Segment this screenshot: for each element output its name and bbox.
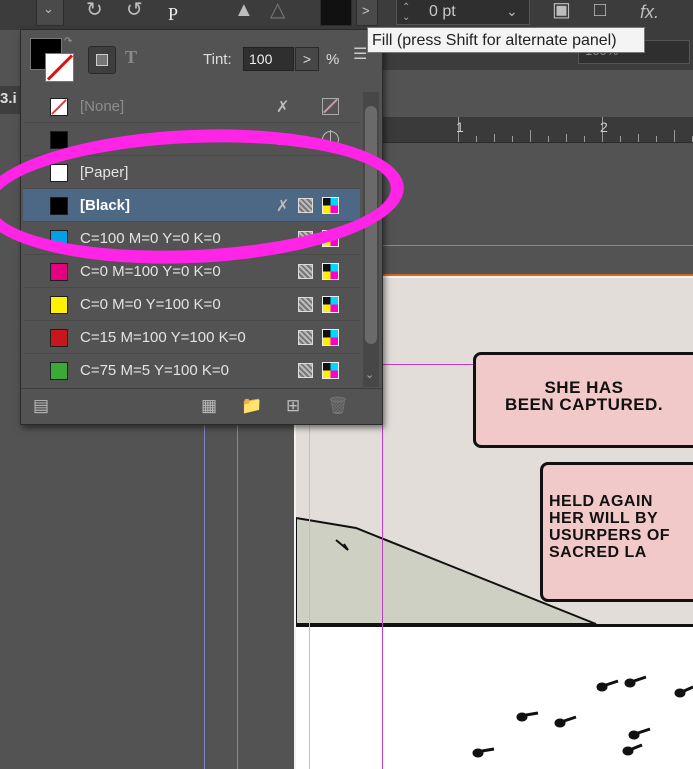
cmyk-icon (322, 362, 339, 379)
none-icon (322, 98, 339, 115)
scroll-down-icon[interactable]: ⌄ (365, 368, 374, 381)
panel-menu-icon[interactable]: ☰ (353, 44, 367, 64)
swatch-row-paper[interactable]: [Paper] (23, 156, 360, 189)
swatch-chip (50, 329, 68, 347)
formatting-text-button[interactable]: T (125, 47, 137, 68)
dropdown-button[interactable]: ⌄ (36, 0, 64, 26)
swatch-chip (50, 230, 68, 248)
tint-label: Tint: (203, 51, 232, 68)
swatch-row-black[interactable]: [Black] ✗ (23, 189, 360, 222)
spin-down-icon[interactable]: ⌄ (402, 12, 410, 23)
horizontal-guide[interactable] (380, 245, 693, 246)
swatch-row-none[interactable]: [None] ✗ (23, 90, 360, 123)
bubble-text: HELD AGAIN HER WILL BY USURPERS OF SACRE… (549, 493, 671, 561)
process-color-icon (298, 297, 313, 312)
swap-fill-stroke-icon[interactable]: ↷ (64, 36, 72, 47)
swatches-panel[interactable]: ↷ T Tint: 100 > % ☰ [None] ✗ ✗ [Paper] [… (20, 29, 383, 425)
swatch-row-cyan[interactable]: C=100 M=0 Y=0 K=0 (23, 222, 360, 255)
process-color-icon (298, 231, 313, 246)
swatch-list[interactable]: [None] ✗ ✗ [Paper] [Black] ✗ C=100 M=0 Y… (23, 90, 360, 385)
swatch-views-icon[interactable]: ▦ (201, 396, 217, 416)
new-color-group-icon[interactable]: 📁 (241, 396, 262, 416)
distribute-icon[interactable]: ▲ (234, 0, 254, 20)
swatch-row-yellow[interactable]: C=0 M=0 Y=100 K=0 (23, 288, 360, 321)
swatch-chip (50, 197, 68, 215)
swatch-chip (50, 98, 68, 116)
tint-input[interactable]: 100 (243, 47, 294, 71)
tint-unit: % (326, 51, 340, 68)
swatch-name: [Black] (80, 197, 131, 214)
swatch-name: C=0 M=0 Y=100 K=0 (80, 296, 221, 313)
ruler-mark: 1 (456, 119, 464, 135)
swatch-row-green[interactable]: C=75 M=5 Y=100 K=0 (23, 354, 360, 385)
rotate-ccw-icon[interactable]: ↺ (126, 0, 143, 20)
no-edit-icon: ✗ (276, 198, 290, 215)
fill-tooltip: Fill (press Shift for alternate panel) (367, 27, 645, 53)
ruler-mark: 2 (600, 119, 608, 135)
swatch-chip (50, 362, 68, 380)
horizontal-ruler[interactable]: 1 2 (380, 117, 693, 143)
swatch-name: [Paper] (80, 164, 129, 181)
speech-bubble[interactable]: SHE HAS BEEN CAPTURED. (473, 352, 693, 448)
delete-swatch-icon[interactable]: 🗑 (327, 396, 349, 416)
frame-fit-icon[interactable]: ▣ (552, 0, 571, 20)
process-color-icon (298, 264, 313, 279)
comic-panel-lower[interactable] (296, 627, 693, 769)
process-color-icon (298, 330, 313, 345)
show-swatch-kinds-icon[interactable]: ▤ (33, 396, 49, 416)
process-color-icon (298, 363, 313, 378)
cmyk-icon (322, 329, 339, 346)
rectangle-icon[interactable]: □ (594, 0, 606, 20)
cmyk-icon (322, 230, 339, 247)
swatch-chip (50, 131, 68, 149)
reference-point-icon[interactable]: P (168, 4, 178, 24)
swatch-chip (50, 164, 68, 182)
tint-value: 100 (249, 51, 273, 67)
process-color-icon (298, 198, 313, 213)
swatch-chip (50, 296, 68, 314)
swatch-row-registration[interactable]: ✗ (23, 123, 360, 156)
scrollbar-thumb[interactable] (365, 106, 377, 344)
birds-illustration (472, 675, 693, 758)
chevron-down-icon[interactable]: ⌄ (506, 3, 518, 20)
bubble-text: SHE HAS BEEN CAPTURED. (504, 378, 664, 414)
more-arrow-button[interactable]: > (356, 0, 378, 26)
swatch-row-magenta[interactable]: C=0 M=100 Y=0 K=0 (23, 255, 360, 288)
tint-slider-button[interactable]: > (295, 47, 319, 71)
swatch-name: C=75 M=5 Y=100 K=0 (80, 362, 230, 379)
swatch-row-red[interactable]: C=15 M=100 Y=100 K=0 (23, 321, 360, 354)
no-edit-icon: ✗ (276, 132, 290, 149)
stroke-swatch[interactable] (45, 53, 74, 82)
cmyk-icon (322, 296, 339, 313)
swatch-name: C=0 M=100 Y=0 K=0 (80, 263, 221, 280)
swatch-name: C=100 M=0 Y=0 K=0 (80, 230, 221, 247)
swatch-chip (50, 263, 68, 281)
swatch-name: C=15 M=100 Y=100 K=0 (80, 329, 246, 346)
stroke-weight-value: 0 pt (429, 3, 456, 20)
cmyk-icon (322, 263, 339, 280)
cmyk-icon (322, 197, 339, 214)
registration-icon (322, 130, 339, 149)
speech-bubble[interactable]: HELD AGAIN HER WILL BY USURPERS OF SACRE… (540, 462, 693, 602)
swatch-name: [None] (80, 98, 125, 115)
effects-icon[interactable]: fx. (640, 2, 659, 22)
no-edit-icon: ✗ (276, 99, 290, 116)
stroke-color-button[interactable] (320, 0, 352, 26)
align-icon[interactable]: △ (270, 0, 285, 20)
new-swatch-icon[interactable]: ⊞ (286, 396, 300, 416)
rotate-cw-icon[interactable]: ↻ (86, 0, 103, 20)
formatting-container-button[interactable] (88, 46, 116, 74)
document-tab-label: 3.i (0, 90, 17, 107)
